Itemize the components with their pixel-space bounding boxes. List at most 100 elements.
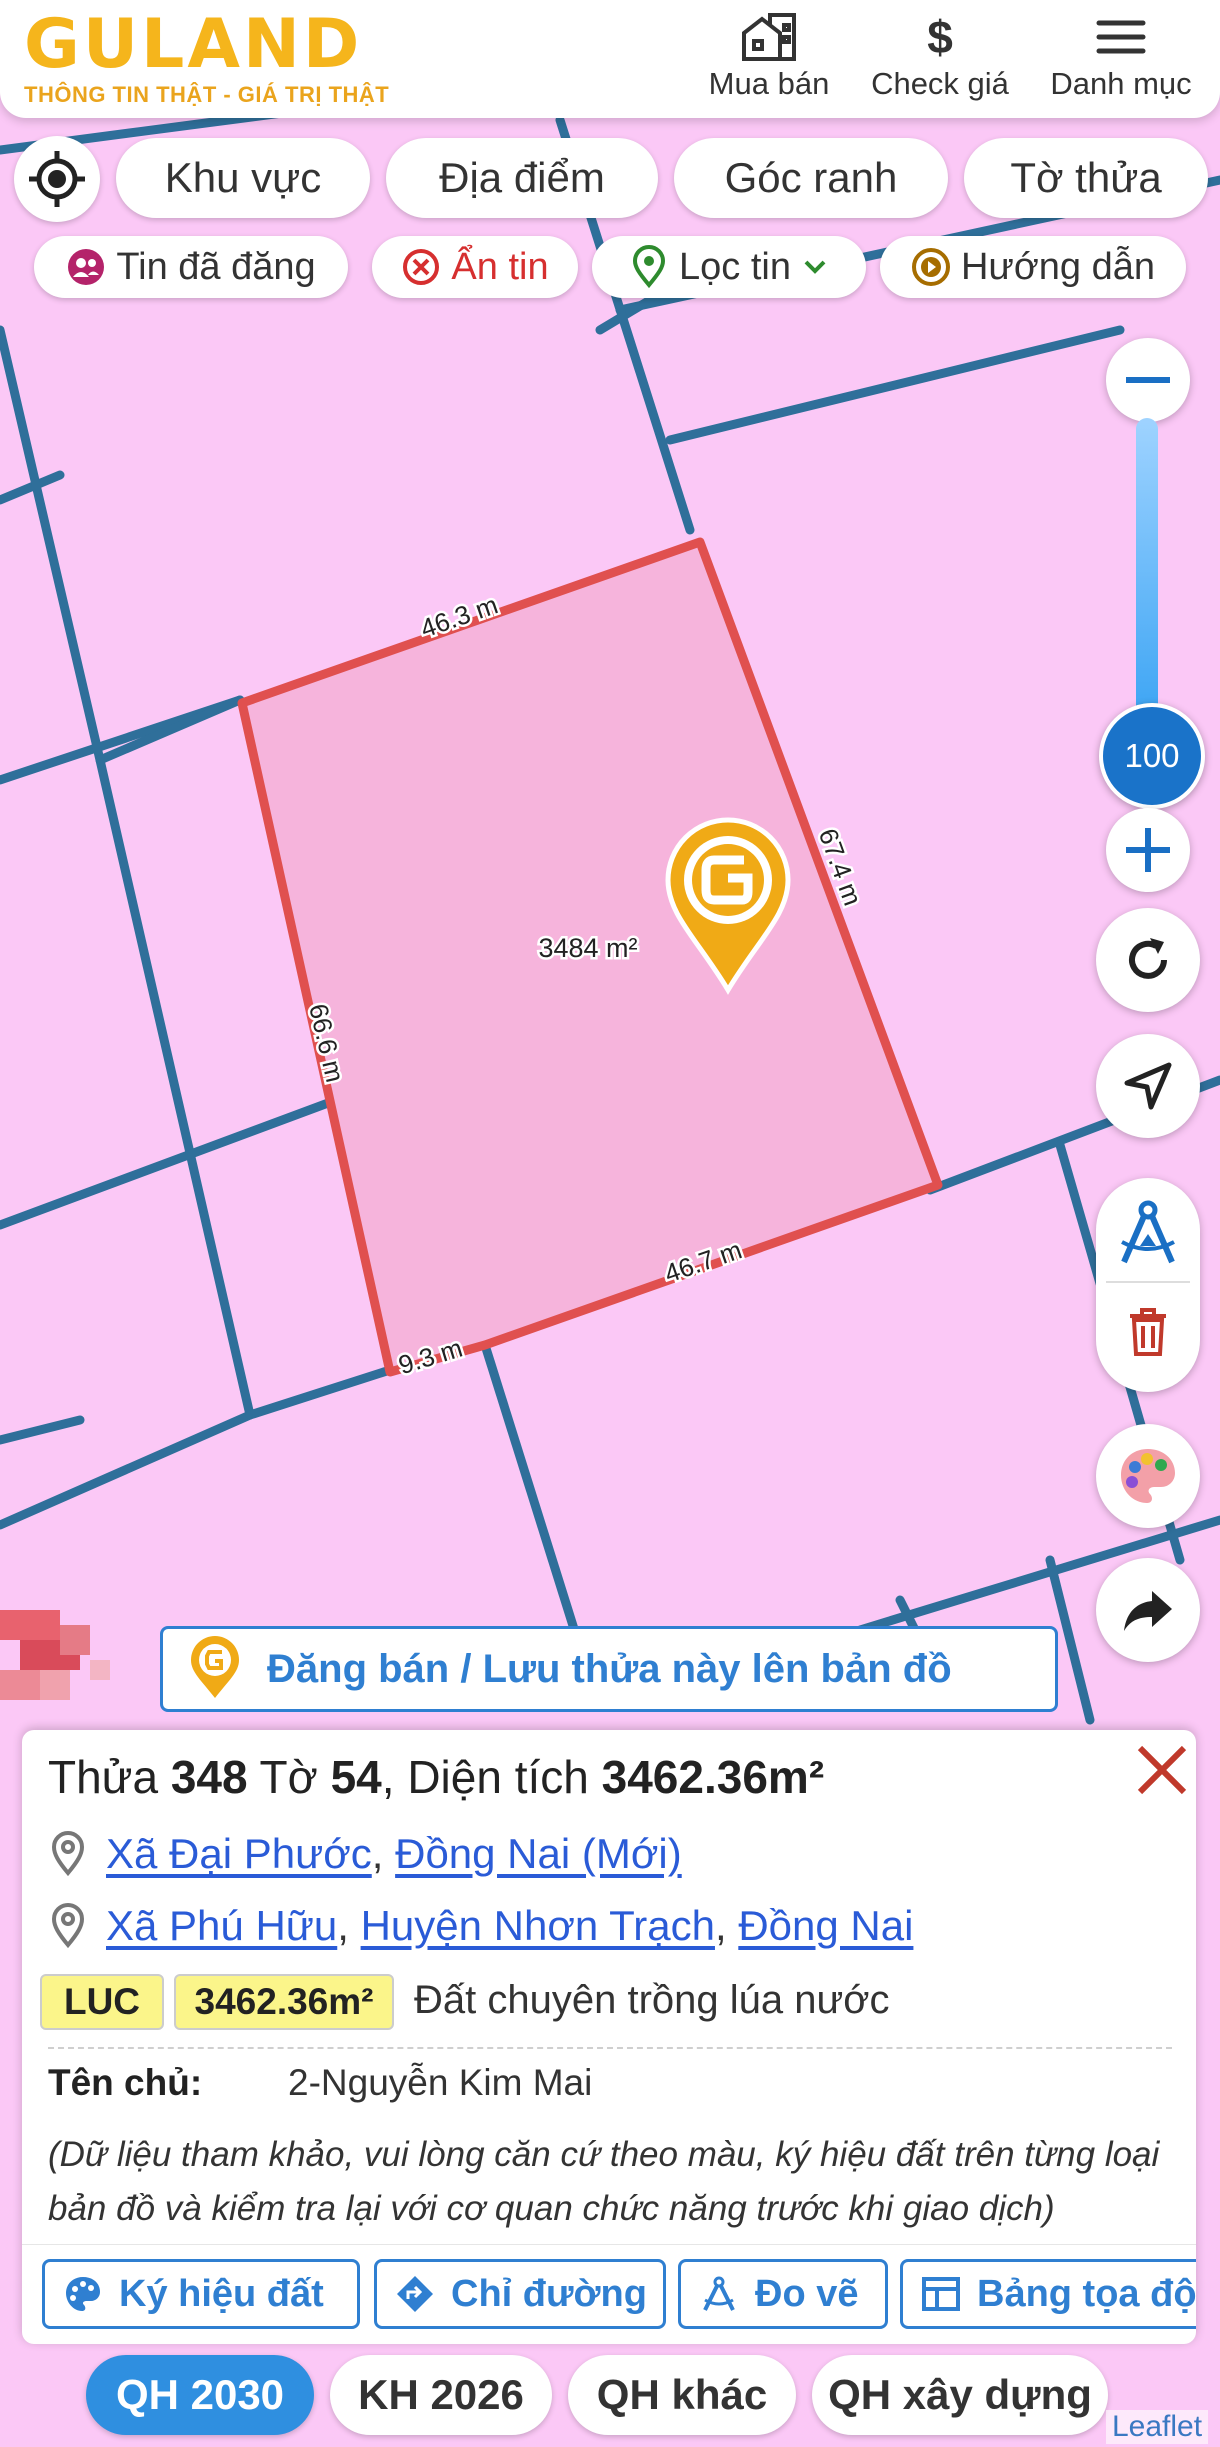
filter-label: Tin đã đăng <box>116 245 316 288</box>
zoom-level-handle[interactable]: 100 <box>1099 703 1205 809</box>
plus-icon <box>1126 828 1170 872</box>
compass-icon <box>1121 1200 1175 1264</box>
commune-link[interactable]: Xã Phú Hữu <box>106 1902 337 1950</box>
palette-icon <box>66 2277 100 2311</box>
location-old: Xã Phú Hữu, Huyện Nhơn Trạch, Đồng Nai <box>48 1902 913 1950</box>
close-panel-button[interactable] <box>1132 1740 1196 1810</box>
action-label: Chỉ đường <box>451 2272 647 2315</box>
land-code-badge: LUC <box>40 1974 164 2030</box>
crosshair-icon <box>29 151 85 207</box>
owner-name: 2-Nguyễn Kim Mai <box>288 2062 593 2103</box>
location-pin-icon <box>51 1903 85 1949</box>
brand-tagline: THÔNG TIN THẬT - GIÁ TRỊ THẬT <box>24 82 390 107</box>
commune-link[interactable]: Xã Đại Phước <box>106 1830 372 1878</box>
owner-label: Tên chủ: <box>48 2062 203 2103</box>
table-icon <box>922 2277 960 2311</box>
filter-posts[interactable]: Lọc tin <box>592 236 866 298</box>
menu-icon <box>1026 8 1216 66</box>
draw-tool-group <box>1096 1178 1200 1392</box>
close-circle-icon <box>403 249 440 285</box>
zoom-slider[interactable] <box>1136 418 1158 718</box>
chevron-down-icon <box>804 260 826 274</box>
plot-area: 3462.36m² <box>601 1751 825 1803</box>
refresh-icon <box>1129 938 1167 979</box>
province-link[interactable]: Đồng Nai (Mới) <box>395 1830 682 1878</box>
land-symbol-button[interactable]: Ký hiệu đất <box>42 2259 360 2329</box>
nav-check-price[interactable]: $ Check giá <box>845 8 1035 102</box>
filter-posted[interactable]: Tin đã đăng <box>34 236 348 298</box>
land-area-badge: 3462.36m² <box>174 1974 394 2030</box>
my-location-button[interactable] <box>14 136 100 222</box>
trash-icon <box>1130 1308 1166 1356</box>
filter-sheet-plot[interactable]: Tờ thửa <box>964 138 1208 218</box>
plot-label: Thửa <box>48 1751 171 1803</box>
action-label: Ký hiệu đất <box>119 2272 324 2315</box>
divider <box>48 2047 1172 2049</box>
plot-info-panel: Thửa 348 Tờ 54, Diện tích 3462.36m² Xã Đ… <box>22 1730 1196 2344</box>
area-label: , Diện tích <box>381 1751 602 1803</box>
tab-qh-khac[interactable]: QH khác <box>568 2355 796 2435</box>
map-style-button[interactable] <box>1096 1424 1200 1528</box>
close-icon <box>1137 1745 1187 1795</box>
nav-label: Danh mục <box>1050 66 1192 101</box>
share-button[interactable] <box>1096 1558 1200 1662</box>
palette-icon <box>1121 1449 1175 1503</box>
sheet-number: 54 <box>330 1751 382 1803</box>
tab-qh-xay-dung[interactable]: QH xây dựng <box>812 2355 1108 2435</box>
nav-label: Check giá <box>871 66 1009 101</box>
nav-menu[interactable]: Danh mục <box>1026 8 1216 102</box>
filter-label: Ẩn tin <box>451 245 549 288</box>
action-label: Bảng tọa độ <box>977 2272 1196 2315</box>
location-new: Xã Đại Phước, Đồng Nai (Mới) <box>48 1830 682 1878</box>
navigate-button[interactable] <box>1096 1034 1200 1138</box>
compass-icon <box>703 2276 735 2311</box>
land-type: Đất chuyên trồng lúa nước <box>414 1978 890 2022</box>
nav-buy-sell[interactable]: Mua bán <box>674 8 864 102</box>
building-icon <box>674 8 864 66</box>
parcel-area-label: 3484 m² <box>538 933 637 963</box>
disclaimer-note: (Dữ liệu tham khảo, vui lòng căn cứ theo… <box>48 2135 1160 2228</box>
zoom-out-button[interactable] <box>1106 338 1190 422</box>
pin-icon <box>633 245 666 289</box>
province-link[interactable]: Đồng Nai <box>738 1902 913 1950</box>
district-link[interactable]: Huyện Nhơn Trạch <box>361 1902 715 1950</box>
brand-name: GULAND <box>24 5 363 84</box>
location-pin-icon <box>51 1831 85 1877</box>
coordinate-table-button[interactable]: Bảng tọa độ <box>900 2259 1196 2329</box>
action-bar: Ký hiệu đất Chỉ đường Đo vẽ Bảng tọa độ <box>22 2244 1196 2344</box>
brand-logo[interactable]: GULAND THÔNG TIN THẬT - GIÁ TRỊ THẬT <box>24 10 389 108</box>
post-plot-button[interactable]: Đăng bán / Lưu thửa này lên bản đồ <box>160 1626 1058 1712</box>
tool-divider <box>1106 1281 1190 1283</box>
measure-compass-button[interactable] <box>1118 1198 1178 1273</box>
refresh-button[interactable] <box>1096 908 1200 1012</box>
leaflet-attribution[interactable]: Leaflet <box>1106 2410 1209 2444</box>
filter-corner[interactable]: Góc ranh <box>674 138 948 218</box>
tab-qh-2030[interactable]: QH 2030 <box>86 2355 314 2435</box>
filter-area[interactable]: Khu vực <box>116 138 370 218</box>
filter-hide[interactable]: Ẩn tin <box>372 236 578 298</box>
measure-button[interactable]: Đo vẽ <box>678 2259 888 2329</box>
dollar-icon: $ <box>927 11 953 63</box>
play-circle-icon <box>911 248 950 286</box>
filter-guide[interactable]: Hướng dẫn <box>880 236 1186 298</box>
directions-icon <box>397 2276 433 2312</box>
sheet-label: Tờ <box>247 1751 331 1803</box>
plot-title: Thửa 348 Tờ 54, Diện tích 3462.36m² <box>48 1750 824 1804</box>
filter-label: Hướng dẫn <box>960 245 1156 288</box>
guland-pin-icon <box>191 1636 239 1698</box>
tab-kh-2026[interactable]: KH 2026 <box>330 2355 552 2435</box>
directions-button[interactable]: Chỉ đường <box>374 2259 666 2329</box>
plot-number: 348 <box>170 1751 248 1803</box>
filter-place[interactable]: Địa điểm <box>386 138 658 218</box>
share-arrow-icon <box>1124 1591 1172 1631</box>
action-label: Đo vẽ <box>755 2272 859 2315</box>
navigation-arrow-icon <box>1124 1062 1172 1110</box>
filter-label: Lọc tin <box>679 245 791 288</box>
app-header: GULAND THÔNG TIN THẬT - GIÁ TRỊ THẬT Mua… <box>0 0 1220 118</box>
user-group-icon <box>68 249 105 285</box>
minus-icon <box>1126 377 1170 383</box>
post-plot-label: Đăng bán / Lưu thửa này lên bản đồ <box>267 1646 952 1691</box>
zoom-in-button[interactable] <box>1106 808 1190 892</box>
nav-label: Mua bán <box>708 66 830 101</box>
delete-drawing-button[interactable] <box>1126 1306 1170 1363</box>
